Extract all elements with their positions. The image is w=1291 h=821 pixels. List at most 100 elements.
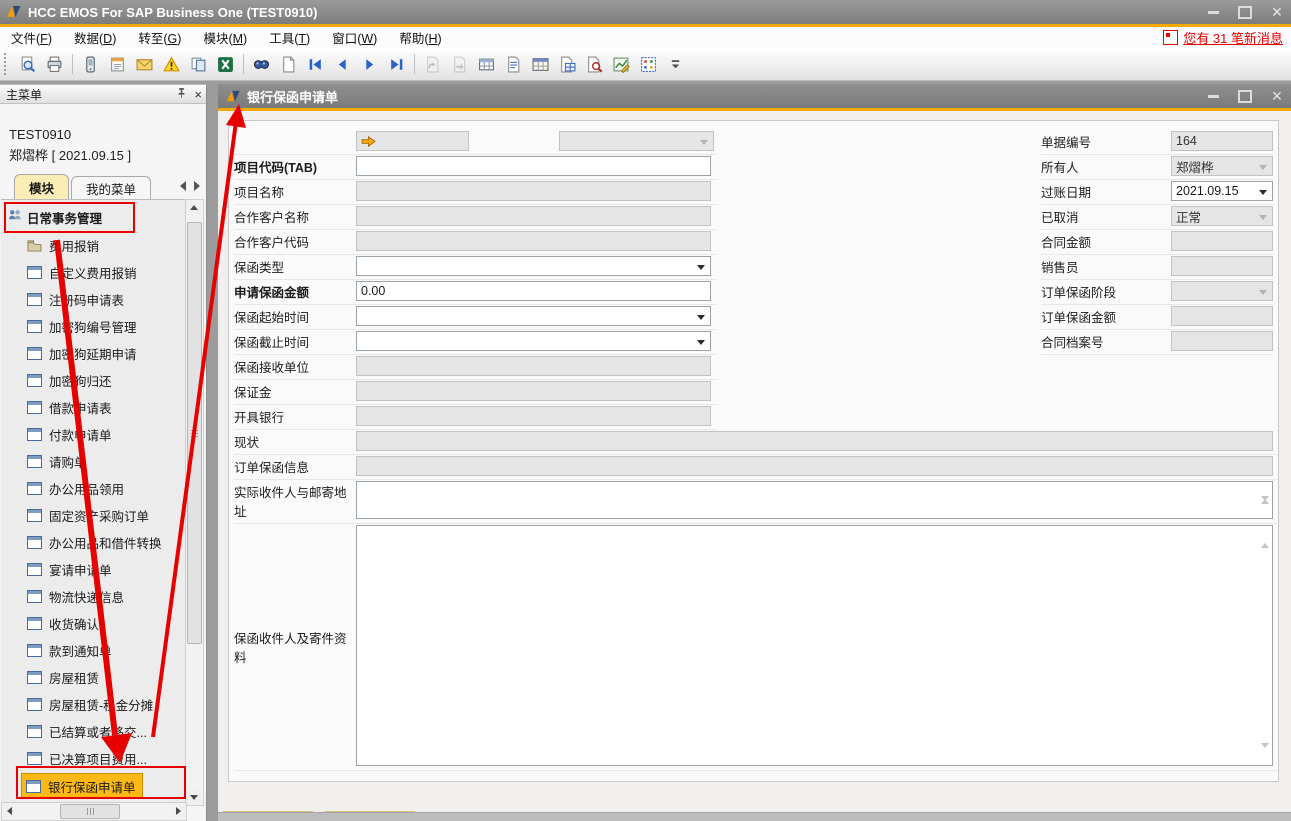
form-window-icon xyxy=(27,374,42,387)
document-search-icon[interactable] xyxy=(582,52,607,77)
field-input[interactable] xyxy=(356,156,711,176)
warning-icon[interactable] xyxy=(159,52,184,77)
document-lines-icon[interactable] xyxy=(501,52,526,77)
menu-item-1[interactable]: 数据(D) xyxy=(63,28,127,47)
textarea-scroll-up-icon[interactable] xyxy=(1261,529,1269,543)
copy-document-icon[interactable] xyxy=(186,52,211,77)
menu-item-3[interactable]: 模块(M) xyxy=(192,28,258,47)
tab-scroll-left-icon[interactable] xyxy=(180,181,186,191)
insert-row-icon[interactable] xyxy=(474,52,499,77)
form-minimize-icon[interactable] xyxy=(1205,89,1221,103)
dropdown-arrow-icon[interactable] xyxy=(697,340,705,345)
tree-item-14[interactable]: 收货确认 xyxy=(27,610,99,637)
field-dropdown[interactable] xyxy=(356,256,711,276)
print-icon[interactable] xyxy=(42,52,67,77)
menu-item-2[interactable]: 转至(G) xyxy=(127,28,192,47)
horizontal-scroll-thumb[interactable] xyxy=(60,804,120,819)
chart-edit-icon[interactable] xyxy=(609,52,634,77)
forward-document-icon[interactable] xyxy=(447,52,472,77)
pin-icon[interactable] xyxy=(175,86,188,103)
field-dropdown[interactable]: 2021.09.15 xyxy=(1171,181,1273,201)
form-maximize-icon[interactable] xyxy=(1237,89,1253,103)
field-textarea[interactable] xyxy=(356,481,1273,519)
tree-item-20[interactable]: 银行保函申请单 xyxy=(21,773,143,799)
tree-root-daily-affairs[interactable]: 日常事务管理 xyxy=(7,205,102,229)
field-dropdown[interactable] xyxy=(356,331,711,351)
find-icon[interactable] xyxy=(249,52,274,77)
tree-item-7[interactable]: 付款申请单 xyxy=(27,421,112,448)
next-record-icon[interactable] xyxy=(357,52,382,77)
tree-item-1[interactable]: 自定义费用报销 xyxy=(27,259,137,286)
tree-item-8[interactable]: 请购单 xyxy=(27,448,87,475)
tree-item-6[interactable]: 借款申请表 xyxy=(27,394,112,421)
app-logo-icon xyxy=(6,4,22,20)
link-document-icon[interactable] xyxy=(420,52,445,77)
tree-item-10[interactable]: 固定资产采购订单 xyxy=(27,502,149,529)
dropdown-arrow-icon[interactable] xyxy=(697,315,705,320)
toolbar-overflow-icon[interactable] xyxy=(663,52,688,77)
textarea-scroll-down-icon[interactable] xyxy=(1261,748,1269,762)
menu-item-0[interactable]: 文件(F) xyxy=(0,28,63,47)
app-close-icon[interactable]: × xyxy=(1269,5,1285,19)
mail-icon[interactable] xyxy=(132,52,157,77)
scroll-up-icon[interactable] xyxy=(186,200,201,215)
grid-settings-icon[interactable] xyxy=(636,52,661,77)
field-label: 已取消 xyxy=(1041,204,1159,229)
tree-item-5[interactable]: 加密狗归还 xyxy=(27,367,112,394)
tree-item-4[interactable]: 加密狗延期申请 xyxy=(27,340,137,367)
tab-0[interactable]: 模块 xyxy=(14,174,69,199)
tree-item-16[interactable]: 房屋租赁 xyxy=(27,664,99,691)
form-close-icon[interactable]: × xyxy=(1269,89,1285,103)
app-maximize-icon[interactable] xyxy=(1237,5,1253,19)
document-table-icon[interactable] xyxy=(555,52,580,77)
mobile-device-icon[interactable] xyxy=(78,52,103,77)
menu-item-5[interactable]: 窗口(W) xyxy=(321,28,388,47)
tree-item-label: 付款申请单 xyxy=(49,425,112,444)
scroll-right-icon[interactable] xyxy=(171,803,186,818)
toolbar-grip[interactable] xyxy=(4,53,10,75)
field-input[interactable]: 0.00 xyxy=(356,281,711,301)
close-panel-icon[interactable]: × xyxy=(194,88,202,102)
field-dropdown[interactable] xyxy=(356,306,711,326)
first-record-icon[interactable] xyxy=(303,52,328,77)
folder-icon xyxy=(27,239,42,252)
table-view-icon[interactable] xyxy=(528,52,553,77)
new-document-icon[interactable] xyxy=(276,52,301,77)
tree-item-13[interactable]: 物流快递信息 xyxy=(27,583,124,610)
tree-item-0[interactable]: 费用报销 xyxy=(27,232,99,259)
tree-item-12[interactable]: 宴请申请单 xyxy=(27,556,112,583)
dropdown-arrow-icon[interactable] xyxy=(697,265,705,270)
last-record-icon[interactable] xyxy=(384,52,409,77)
vertical-scroll-thumb[interactable] xyxy=(187,222,202,644)
tree-item-3[interactable]: 加密狗编号管理 xyxy=(27,313,137,340)
print-preview-icon[interactable] xyxy=(15,52,40,77)
sidebar-horizontal-scrollbar[interactable] xyxy=(1,802,187,821)
new-messages[interactable]: 您有 31 笔新消息 xyxy=(1163,27,1283,48)
tab-1[interactable]: 我的菜单 xyxy=(71,176,151,199)
menu-item-6[interactable]: 帮助(H) xyxy=(388,28,452,47)
contract-number-field[interactable] xyxy=(356,131,469,151)
tree-item-18[interactable]: 已结算或者移交... xyxy=(27,718,147,745)
tree-item-19[interactable]: 已决算项目费用... xyxy=(27,745,147,772)
tree-item-15[interactable]: 款到通知单 xyxy=(27,637,112,664)
sidebar-vertical-scrollbar[interactable] xyxy=(185,199,204,806)
app-minimize-icon[interactable] xyxy=(1205,5,1221,19)
menu-item-4[interactable]: 工具(T) xyxy=(258,28,321,47)
tree-item-11[interactable]: 办公用品和借件转换 xyxy=(27,529,162,556)
link-arrow-icon[interactable] xyxy=(361,136,376,147)
tree-item-2[interactable]: 注册码申请表 xyxy=(27,286,124,313)
tab-scroll-right-icon[interactable] xyxy=(194,181,200,191)
excel-export-icon[interactable] xyxy=(213,52,238,77)
field-textarea[interactable] xyxy=(356,525,1273,766)
scroll-down-icon[interactable] xyxy=(186,790,201,805)
field-label: 保函截止时间 xyxy=(234,329,352,354)
textarea-scroll-down-icon[interactable] xyxy=(1261,501,1269,515)
tree-item-17[interactable]: 房屋租赁-租金分摊 xyxy=(27,691,153,718)
scroll-left-icon[interactable] xyxy=(2,803,17,818)
message-icon xyxy=(1163,30,1178,45)
previous-record-icon[interactable] xyxy=(330,52,355,77)
dropdown-arrow-icon[interactable] xyxy=(1259,190,1267,195)
new-messages-link[interactable]: 您有 31 笔新消息 xyxy=(1183,28,1283,47)
tree-item-9[interactable]: 办公用品领用 xyxy=(27,475,124,502)
notepad-icon[interactable] xyxy=(105,52,130,77)
